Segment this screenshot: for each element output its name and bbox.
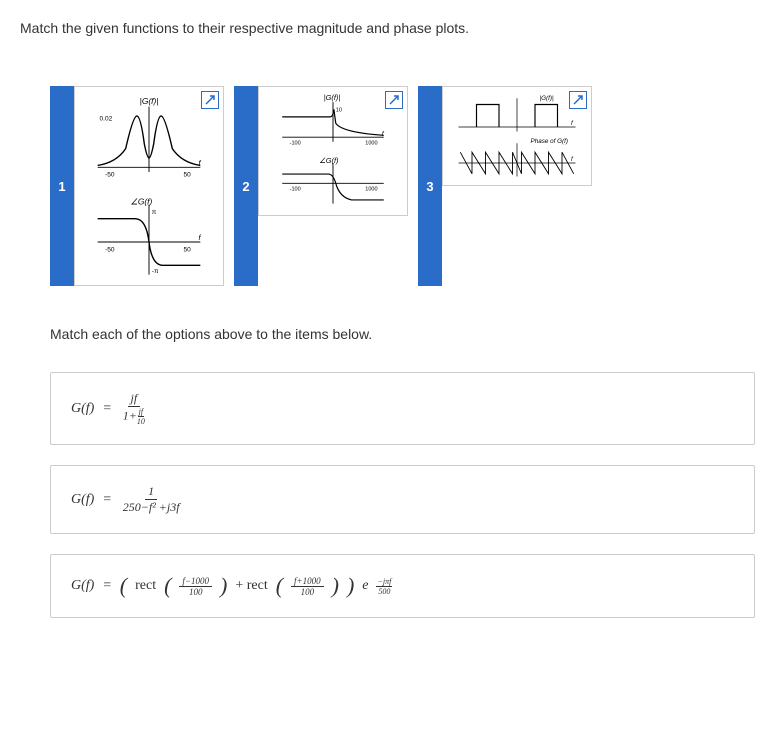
answer-lhs: G(f) [71,492,94,508]
svg-text:f: f [571,120,574,127]
svg-text:f: f [382,130,385,137]
option-group-3: 3 |G(f)| f Phase of G(f) f [418,86,592,286]
svg-text:0.02: 0.02 [100,116,113,123]
option-group-2: 2 |G(f)| 10 -100 1000 f ∠G(f) -100 1000 [234,86,408,286]
svg-text:-π: -π [152,268,159,275]
instruction-text: Match each of the options above to the i… [50,326,755,342]
svg-text:|G(f)|: |G(f)| [140,96,159,106]
svg-text:f: f [571,156,574,163]
rect-fn: rect [135,578,156,594]
options-row: 1 |G(f)| 0.02 -50 50 f ∠G(f) π -π [20,86,755,286]
option-plot-3[interactable]: |G(f)| f Phase of G(f) f [442,86,592,186]
option-plot-1[interactable]: |G(f)| 0.02 -50 50 f ∠G(f) π -π -50 50 f [74,86,224,286]
fraction: jf 1+jf10 [120,391,148,426]
plus-rect: + rect [235,578,267,594]
option-number-2: 2 [234,86,258,286]
exponent: −jπf 500 [376,577,392,596]
answer-row-2[interactable]: G(f) = 1 250−f² +j3f [50,465,755,534]
plot-svg-1: |G(f)| 0.02 -50 50 f ∠G(f) π -π -50 50 f [79,91,219,281]
svg-text:1000: 1000 [365,187,377,193]
question-title: Match the given functions to their respe… [20,20,755,36]
fraction: f+1000 100 [291,576,324,597]
answer-row-1[interactable]: G(f) = jf 1+jf10 [50,372,755,445]
svg-text:|G(f)|: |G(f)| [324,93,341,102]
plot-svg-3: |G(f)| f Phase of G(f) f [447,91,587,181]
fraction: 1 250−f² +j3f [120,484,183,515]
svg-text:|G(f)|: |G(f)| [540,95,554,102]
answer-lhs: G(f) [71,578,94,594]
svg-text:-50: -50 [105,172,115,179]
svg-text:1000: 1000 [365,141,377,147]
plot-svg-2: |G(f)| 10 -100 1000 f ∠G(f) -100 1000 [263,91,403,211]
svg-text:50: 50 [184,172,192,179]
svg-text:π: π [152,209,157,216]
fraction: f−1000 100 [179,576,212,597]
equals: = [102,401,111,417]
expand-icon[interactable] [569,91,587,109]
equals: = [102,578,111,594]
svg-text:50: 50 [184,246,192,253]
svg-text:-100: -100 [290,187,301,193]
answer-lhs: G(f) [71,401,94,417]
svg-text:∠G(f): ∠G(f) [319,156,339,165]
exp-e: e [362,578,368,594]
equals: = [102,492,111,508]
svg-text:-50: -50 [105,246,115,253]
answer-row-3[interactable]: G(f) = ( rect ( f−1000 100 ) + rect ( f+… [50,554,755,618]
option-plot-2[interactable]: |G(f)| 10 -100 1000 f ∠G(f) -100 1000 [258,86,408,216]
svg-text:-100: -100 [290,141,301,147]
option-group-1: 1 |G(f)| 0.02 -50 50 f ∠G(f) π -π [50,86,224,286]
option-number-3: 3 [418,86,442,286]
option-number-1: 1 [50,86,74,286]
svg-text:10: 10 [336,107,342,113]
svg-text:f: f [198,233,201,242]
expand-icon[interactable] [201,91,219,109]
expand-icon[interactable] [385,91,403,109]
svg-text:Phase of G(f): Phase of G(f) [531,138,568,145]
